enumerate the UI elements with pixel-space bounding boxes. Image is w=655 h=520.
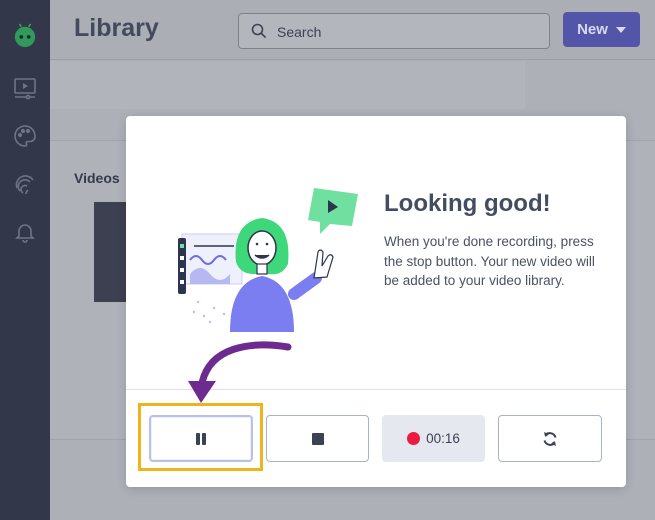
page-title: Library <box>74 14 159 42</box>
search-icon <box>251 23 267 39</box>
video-thumbnail[interactable] <box>94 202 126 302</box>
refresh-icon <box>543 431 557 446</box>
videos-section-title: Videos <box>74 170 120 186</box>
modal-heading: Looking good! <box>384 190 551 217</box>
fingerprint-icon[interactable] <box>13 172 37 196</box>
app-logo-icon[interactable] <box>13 23 37 48</box>
new-button-label: New <box>577 21 608 38</box>
search-input[interactable] <box>277 22 537 42</box>
banner-area <box>50 61 525 109</box>
stop-icon <box>311 432 324 445</box>
annotation-arrow-icon <box>188 341 292 403</box>
pause-highlight-box <box>138 403 263 471</box>
recording-timer: 00:16 <box>382 415 485 462</box>
sidebar <box>0 0 50 520</box>
timer-value: 00:16 <box>426 431 460 446</box>
restart-button[interactable] <box>498 415 602 462</box>
palette-icon[interactable] <box>13 124 37 148</box>
search-box[interactable] <box>238 13 550 49</box>
recording-dot-icon <box>407 432 421 445</box>
top-bar: Library New <box>50 0 655 60</box>
modal-description: When you're done recording, press the st… <box>384 234 595 288</box>
caret-down-icon <box>615 26 626 33</box>
video-player-icon[interactable] <box>13 76 37 100</box>
bell-icon[interactable] <box>13 220 37 244</box>
stop-button[interactable] <box>266 415 369 462</box>
new-button[interactable]: New <box>563 12 640 47</box>
